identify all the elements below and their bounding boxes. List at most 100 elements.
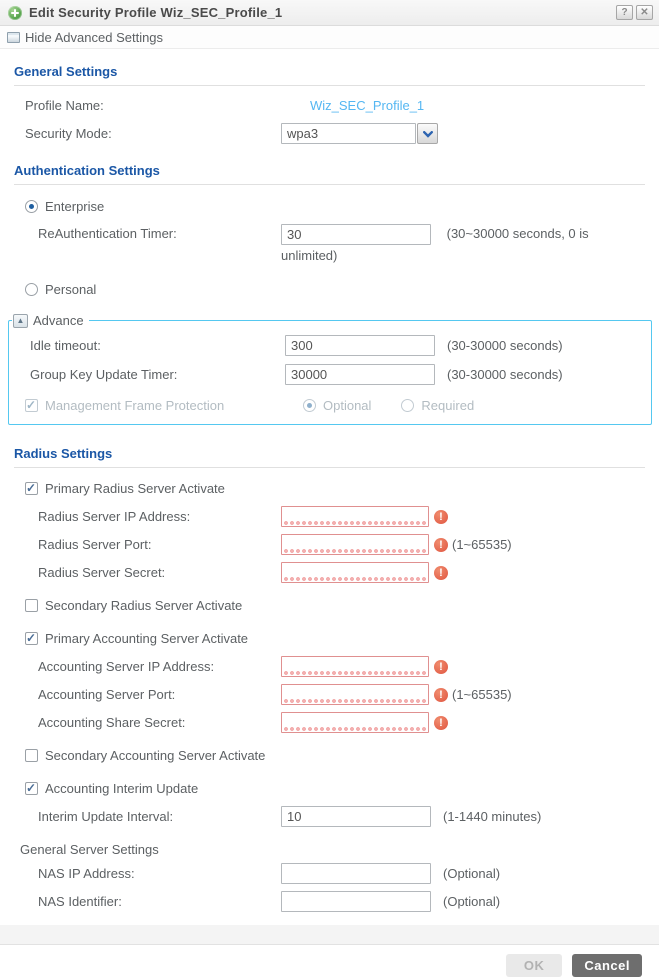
radius-ip-input[interactable] — [281, 506, 429, 527]
general-server-settings-heading: General Server Settings — [14, 842, 645, 857]
enterprise-radio[interactable] — [25, 200, 38, 213]
mfp-required-radio — [401, 399, 414, 412]
personal-radio[interactable] — [25, 283, 38, 296]
error-icon — [434, 688, 448, 702]
primary-accounting-activate-row: Primary Accounting Server Activate — [14, 627, 645, 650]
help-button[interactable]: ? — [616, 5, 633, 20]
personal-radio-row: Personal — [14, 278, 645, 301]
idle-timeout-label: Idle timeout: — [9, 338, 285, 353]
accounting-port-row: Accounting Server Port: (1~65535) — [14, 683, 645, 706]
accounting-port-field — [281, 684, 429, 705]
radius-secret-field — [281, 562, 429, 583]
security-mode-label: Security Mode: — [14, 126, 281, 141]
advance-fieldset: Advance Idle timeout: (30-30000 seconds)… — [8, 313, 652, 425]
idle-timeout-input[interactable] — [285, 335, 435, 356]
error-icon — [434, 510, 448, 524]
reauth-timer-input[interactable] — [281, 224, 431, 245]
dialog-buttons: OK Cancel — [0, 945, 659, 977]
primary-radius-activate-checkbox[interactable] — [25, 482, 38, 495]
secondary-radius-activate-checkbox[interactable] — [25, 599, 38, 612]
radius-secret-input[interactable] — [281, 562, 429, 583]
interim-update-interval-input[interactable] — [281, 806, 431, 827]
profile-name-row: Profile Name: Wiz_SEC_Profile_1 — [14, 94, 645, 117]
nas-ip-label: NAS IP Address: — [14, 866, 281, 881]
add-icon — [8, 6, 22, 20]
authentication-settings-heading: Authentication Settings — [14, 150, 645, 185]
nas-ip-row: NAS IP Address: (Optional) — [14, 862, 645, 885]
radius-secret-row: Radius Server Secret: — [14, 561, 645, 584]
error-icon — [434, 538, 448, 552]
error-icon — [434, 716, 448, 730]
accounting-secret-row: Accounting Share Secret: — [14, 711, 645, 734]
hide-advanced-settings-link[interactable]: Hide Advanced Settings — [25, 30, 163, 45]
enterprise-label: Enterprise — [45, 199, 104, 214]
mfp-required-label: Required — [421, 398, 474, 413]
radius-port-field — [281, 534, 429, 555]
secondary-radius-activate-label: Secondary Radius Server Activate — [45, 598, 242, 613]
secondary-accounting-activate-checkbox[interactable] — [25, 749, 38, 762]
radius-port-label: Radius Server Port: — [14, 537, 281, 552]
nas-identifier-row: NAS Identifier: (Optional) — [14, 890, 645, 913]
nas-identifier-input[interactable] — [281, 891, 431, 912]
mfp-optional-choice: Optional — [303, 398, 371, 413]
accounting-secret-input[interactable] — [281, 712, 429, 733]
accounting-port-label: Accounting Server Port: — [14, 687, 281, 702]
group-key-update-input[interactable] — [285, 364, 435, 385]
nas-identifier-label: NAS Identifier: — [14, 894, 281, 909]
error-icon — [434, 660, 448, 674]
enterprise-radio-row: Enterprise — [14, 195, 645, 218]
secondary-accounting-activate-row: Secondary Accounting Server Activate — [14, 744, 645, 767]
collapse-icon[interactable] — [13, 314, 28, 328]
radius-settings-heading: Radius Settings — [14, 429, 645, 468]
close-button[interactable]: ✕ — [636, 5, 653, 20]
accounting-ip-field — [281, 656, 429, 677]
secondary-accounting-activate-label: Secondary Accounting Server Activate — [45, 748, 265, 763]
profile-name-value: Wiz_SEC_Profile_1 — [281, 98, 424, 113]
interim-update-interval-label: Interim Update Interval: — [14, 809, 281, 824]
security-mode-input[interactable] — [281, 123, 416, 144]
security-mode-dropdown-button[interactable] — [417, 123, 438, 144]
reauth-timer-label: ReAuthentication Timer: — [14, 223, 281, 241]
mfp-optional-label: Optional — [323, 398, 371, 413]
primary-radius-activate-row: Primary Radius Server Activate — [14, 477, 645, 500]
personal-label: Personal — [45, 282, 96, 297]
primary-accounting-activate-checkbox[interactable] — [25, 632, 38, 645]
nas-ip-input[interactable] — [281, 863, 431, 884]
radius-secret-label: Radius Server Secret: — [14, 565, 281, 580]
profile-name-label: Profile Name: — [14, 98, 281, 113]
interim-update-interval-hint: (1-1440 minutes) — [443, 809, 541, 824]
panel-icon — [7, 32, 20, 43]
accounting-port-input[interactable] — [281, 684, 429, 705]
primary-radius-activate-label: Primary Radius Server Activate — [45, 481, 225, 496]
accounting-ip-input[interactable] — [281, 656, 429, 677]
dialog-content: General Settings Profile Name: Wiz_SEC_P… — [0, 49, 659, 913]
accounting-interim-update-label: Accounting Interim Update — [45, 781, 198, 796]
ok-button[interactable]: OK — [506, 954, 563, 977]
group-key-update-row: Group Key Update Timer: (30-30000 second… — [9, 363, 651, 386]
advance-legend: Advance — [12, 313, 89, 328]
accounting-port-hint: (1~65535) — [452, 687, 512, 702]
general-settings-heading: General Settings — [14, 51, 645, 86]
footer-divider — [0, 925, 659, 945]
accounting-secret-label: Accounting Share Secret: — [14, 715, 281, 730]
radius-ip-row: Radius Server IP Address: — [14, 505, 645, 528]
dialog-titlebar: Edit Security Profile Wiz_SEC_Profile_1 … — [0, 0, 659, 26]
nas-ip-hint: (Optional) — [443, 866, 500, 881]
radius-ip-field — [281, 506, 429, 527]
group-key-update-label: Group Key Update Timer: — [9, 367, 285, 382]
management-frame-protection-checkbox — [25, 399, 38, 412]
accounting-interim-update-row: Accounting Interim Update — [14, 777, 645, 800]
radius-port-hint: (1~65535) — [452, 537, 512, 552]
idle-timeout-row: Idle timeout: (30-30000 seconds) — [9, 334, 651, 357]
accounting-ip-label: Accounting Server IP Address: — [14, 659, 281, 674]
accounting-ip-row: Accounting Server IP Address: — [14, 655, 645, 678]
idle-timeout-hint: (30-30000 seconds) — [447, 338, 563, 353]
mfp-optional-radio — [303, 399, 316, 412]
edit-security-profile-dialog: Edit Security Profile Wiz_SEC_Profile_1 … — [0, 0, 659, 977]
advanced-settings-toolbar: Hide Advanced Settings — [0, 26, 659, 49]
accounting-interim-update-checkbox[interactable] — [25, 782, 38, 795]
management-frame-protection-row: Management Frame Protection Optional Req… — [9, 398, 651, 413]
radius-port-input[interactable] — [281, 534, 429, 555]
radius-port-row: Radius Server Port: (1~65535) — [14, 533, 645, 556]
cancel-button[interactable]: Cancel — [572, 954, 642, 977]
